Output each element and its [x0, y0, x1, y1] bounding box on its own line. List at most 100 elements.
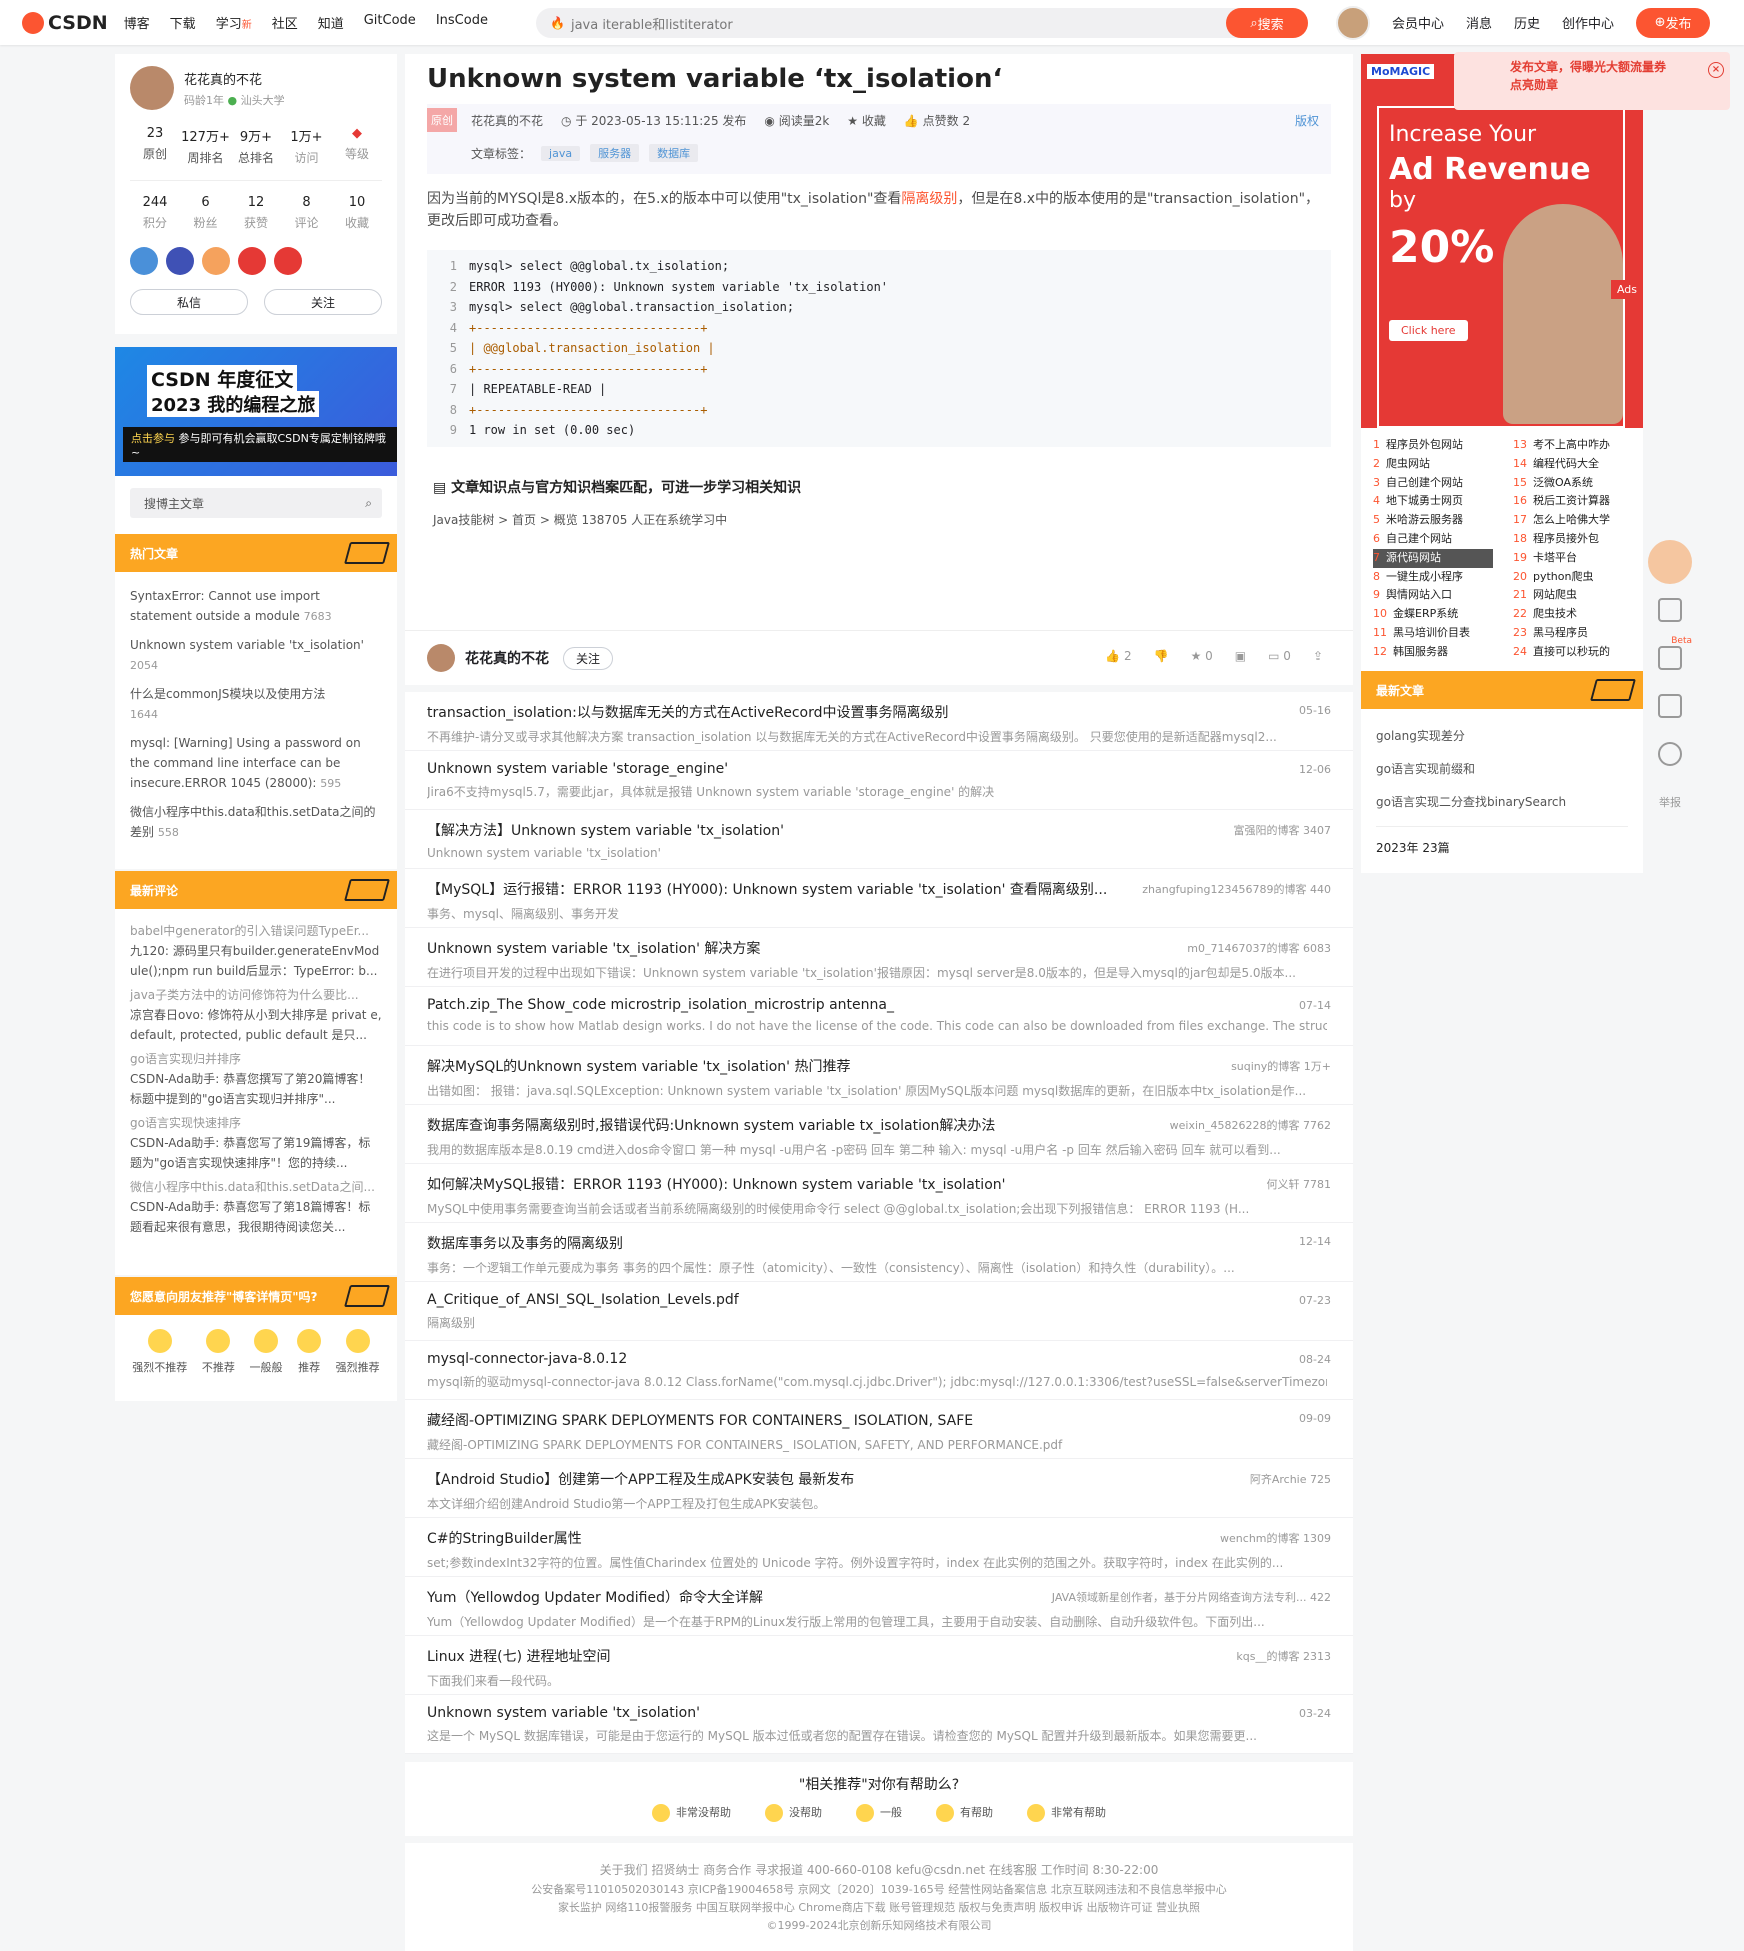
tag-server[interactable]: 服务器 — [590, 144, 640, 162]
ranking-item[interactable]: 24 直接可以秒玩的 — [1513, 643, 1633, 662]
stat-total-rank[interactable]: 9万+ 总排名 — [231, 126, 281, 166]
favorite-button[interactable]: ★ 0 — [1191, 649, 1213, 663]
helpful-option[interactable]: 没帮助 — [765, 1804, 822, 1822]
rec-item[interactable]: 数据库事务以及事务的隔离级别 事务：一个逻辑工作单元要成为事务 事务的四个属性：原… — [405, 1223, 1353, 1282]
rate-option[interactable]: 一般般 — [249, 1329, 282, 1375]
rec-title[interactable]: Yum（Yellowdog Updater Modified）命令大全详解 — [427, 1587, 1127, 1607]
rec-item[interactable]: 【Android Studio】创建第一个APP工程及生成APK安装包 最新发布… — [405, 1459, 1353, 1518]
comment-item[interactable]: go语言实现归并排序 CSDN-Ada助手: 恭喜您撰写了第20篇博客！标题中提到… — [115, 1047, 397, 1111]
report-button[interactable]: 举报 — [1648, 780, 1692, 824]
hot-article-item[interactable]: 微信小程序中this.data和this.setData之间的差别 558 — [115, 798, 397, 847]
hot-article-item[interactable]: Unknown system variable 'tx_isolation' 20… — [115, 631, 397, 680]
hot-article-item[interactable]: SyntaxError: Cannot use import statement… — [115, 582, 397, 631]
nav-learn[interactable]: 学习新 — [216, 13, 252, 32]
search-input[interactable]: 🔥 java iterable和listiterator ⌕ 搜索 — [536, 8, 1308, 38]
right-ad-banner[interactable]: MoMAGIC Increase Your Ad Revenue by 20% … — [1361, 54, 1643, 428]
rec-item[interactable]: A_Critique_of_ANSI_SQL_Isolation_Levels.… — [405, 1282, 1353, 1341]
rec-item[interactable]: 【MySQL】运行报错：ERROR 1193 (HY000): Unknown … — [405, 869, 1353, 928]
beta-tool-icon[interactable]: Beta — [1648, 636, 1692, 680]
rec-title[interactable]: transaction_isolation:以与数据库无关的方式在ActiveR… — [427, 702, 1127, 722]
ranking-item[interactable]: 4 地下城勇士网页 — [1373, 492, 1493, 511]
nav-download[interactable]: 下载 — [170, 13, 196, 32]
ranking-item[interactable]: 3 自己创建个网站 — [1373, 474, 1493, 493]
nav-blog[interactable]: 博客 — [124, 13, 150, 32]
user-avatar[interactable] — [1336, 5, 1370, 40]
history-link[interactable]: 历史 — [1514, 13, 1540, 32]
ad-click-here-button[interactable]: Click here — [1389, 320, 1468, 341]
ranking-item[interactable]: 7 源代码网站 — [1373, 548, 1493, 568]
rec-item[interactable]: 藏经阁-OPTIMIZING SPARK DEPLOYMENTS FOR CON… — [405, 1400, 1353, 1459]
helpful-option[interactable]: 非常没帮助 — [652, 1804, 731, 1822]
ranking-item[interactable]: 11 黑马培训价目表 — [1373, 624, 1493, 643]
ranking-item[interactable]: 2 爬虫网站 — [1373, 455, 1493, 474]
follow-button[interactable]: 关注 — [264, 289, 382, 315]
ranking-item[interactable]: 19 卡塔平台 — [1513, 549, 1633, 568]
rec-title[interactable]: 解决MySQL的Unknown system variable 'tx_isol… — [427, 1056, 1127, 1076]
meta-fav[interactable]: ★ 收藏 — [847, 112, 886, 129]
follow-button[interactable]: 关注 — [563, 646, 614, 670]
publish-button[interactable]: ⊕ 发布 — [1636, 7, 1711, 38]
stat-original[interactable]: 23 原创 — [130, 126, 180, 166]
rec-title[interactable]: 【解决方法】Unknown system variable 'tx_isolat… — [427, 820, 1127, 840]
rec-title[interactable]: A_Critique_of_ANSI_SQL_Isolation_Levels.… — [427, 1292, 1127, 1308]
stat-fans[interactable]: 6 粉丝 — [181, 195, 231, 231]
comment-item[interactable]: 微信小程序中this.data和this.setData之间... CSDN-Ad… — [115, 1175, 397, 1239]
ranking-item[interactable]: 22 爬虫技术 — [1513, 605, 1633, 624]
trend-icon[interactable] — [1648, 588, 1692, 632]
author-name[interactable]: 花花真的不花 — [184, 69, 285, 88]
author-name[interactable]: 花花真的不花 — [465, 648, 549, 668]
tag-java[interactable]: java — [541, 145, 581, 161]
latest-article-item[interactable]: go语言实现二分查找binarySearch — [1361, 785, 1643, 818]
search-icon[interactable]: ⌕ — [365, 496, 372, 511]
badge-icon[interactable] — [238, 247, 266, 275]
rec-item[interactable]: 解决MySQL的Unknown system variable 'tx_isol… — [405, 1046, 1353, 1105]
creator-center-link[interactable]: 创作中心 — [1562, 13, 1614, 32]
footer-links-2[interactable]: 家长监护 网络110报警服务 中国互联网举报中心 Chrome商店下载 账号管理… — [405, 1899, 1353, 1917]
csdn-logo[interactable]: CSDN — [22, 11, 108, 34]
badge-icon[interactable] — [166, 247, 194, 275]
hot-article-item[interactable]: 什么是commonJS模块以及使用方法 1644 — [115, 680, 397, 729]
blog-search-input[interactable]: 搜博主文章 ⌕ — [130, 488, 382, 518]
nav-community[interactable]: 社区 — [272, 13, 298, 32]
badge-icon[interactable] — [130, 247, 158, 275]
knowledge-path[interactable]: Java技能树 > 首页 > 概览 138705 人正在系统学习中 — [405, 497, 1353, 528]
rate-option[interactable]: 推荐 — [297, 1329, 322, 1375]
rec-title[interactable]: mysql-connector-java-8.0.12 — [427, 1351, 1127, 1367]
rec-title[interactable]: C#的StringBuilder属性 — [427, 1528, 1127, 1548]
nav-inscode[interactable]: InsCode — [436, 13, 488, 32]
rec-title[interactable]: Linux 进程(七) 进程地址空间 — [427, 1646, 1127, 1666]
ranking-item[interactable]: 9 舆情网站入口 — [1373, 586, 1493, 605]
comment-item[interactable]: go语言实现快速排序 CSDN-Ada助手: 恭喜您写了第19篇博客，标题为"go… — [115, 1111, 397, 1175]
stat-level[interactable]: ◆ 等级 — [332, 126, 382, 166]
ranking-item[interactable]: 18 程序员接外包 — [1513, 530, 1633, 549]
ranking-item[interactable]: 1 程序员外包网站 — [1373, 436, 1493, 455]
headset-icon[interactable] — [1648, 732, 1692, 776]
isolation-level-link[interactable]: 隔离级别 — [901, 191, 957, 207]
stat-week-rank[interactable]: 127万+ 周排名 — [181, 126, 231, 166]
rec-item[interactable]: 【解决方法】Unknown system variable 'tx_isolat… — [405, 810, 1353, 869]
messages-link[interactable]: 消息 — [1466, 13, 1492, 32]
ranking-item[interactable]: 13 考不上高中咋办 — [1513, 436, 1633, 455]
rec-title[interactable]: Unknown system variable 'tx_isolation' — [427, 1705, 1127, 1721]
tag-database[interactable]: 数据库 — [649, 144, 699, 162]
rec-item[interactable]: C#的StringBuilder属性 set;参数indexInt32字符的位置。… — [405, 1518, 1353, 1577]
ranking-item[interactable]: 10 金蝶ERP系统 — [1373, 605, 1493, 624]
comment-item[interactable]: java子类方法中的访问修饰符为什么要比... 凉宫春日ovo: 修饰符从小到大排… — [115, 983, 397, 1047]
rec-item[interactable]: 如何解决MySQL报错：ERROR 1193 (HY000): Unknown … — [405, 1164, 1353, 1223]
meta-likes[interactable]: 👍 点赞数 2 — [904, 112, 970, 129]
rec-item[interactable]: Unknown system variable 'storage_engine'… — [405, 751, 1353, 810]
helpful-option[interactable]: 有帮助 — [936, 1804, 993, 1822]
rec-title[interactable]: 数据库事务以及事务的隔离级别 — [427, 1233, 1127, 1253]
ranking-item[interactable]: 16 税后工资计算器 — [1513, 492, 1633, 511]
edit-icon[interactable] — [1648, 684, 1692, 728]
private-message-button[interactable]: 私信 — [130, 289, 248, 315]
vip-center-link[interactable]: 会员中心 — [1392, 13, 1444, 32]
rec-item[interactable]: Unknown system variable 'tx_isolation' 解… — [405, 928, 1353, 987]
rec-title[interactable]: 【MySQL】运行报错：ERROR 1193 (HY000): Unknown … — [427, 879, 1127, 899]
rec-title[interactable]: 如何解决MySQL报错：ERROR 1193 (HY000): Unknown … — [427, 1174, 1127, 1194]
ranking-item[interactable]: 23 黑马程序员 — [1513, 624, 1633, 643]
nav-zhidao[interactable]: 知道 — [318, 13, 344, 32]
rec-item[interactable]: mysql-connector-java-8.0.12 mysql新的驱动mysq… — [405, 1341, 1353, 1400]
rec-title[interactable]: 藏经阁-OPTIMIZING SPARK DEPLOYMENTS FOR CON… — [427, 1410, 1127, 1430]
latest-article-item[interactable]: golang实现差分 — [1361, 719, 1643, 752]
